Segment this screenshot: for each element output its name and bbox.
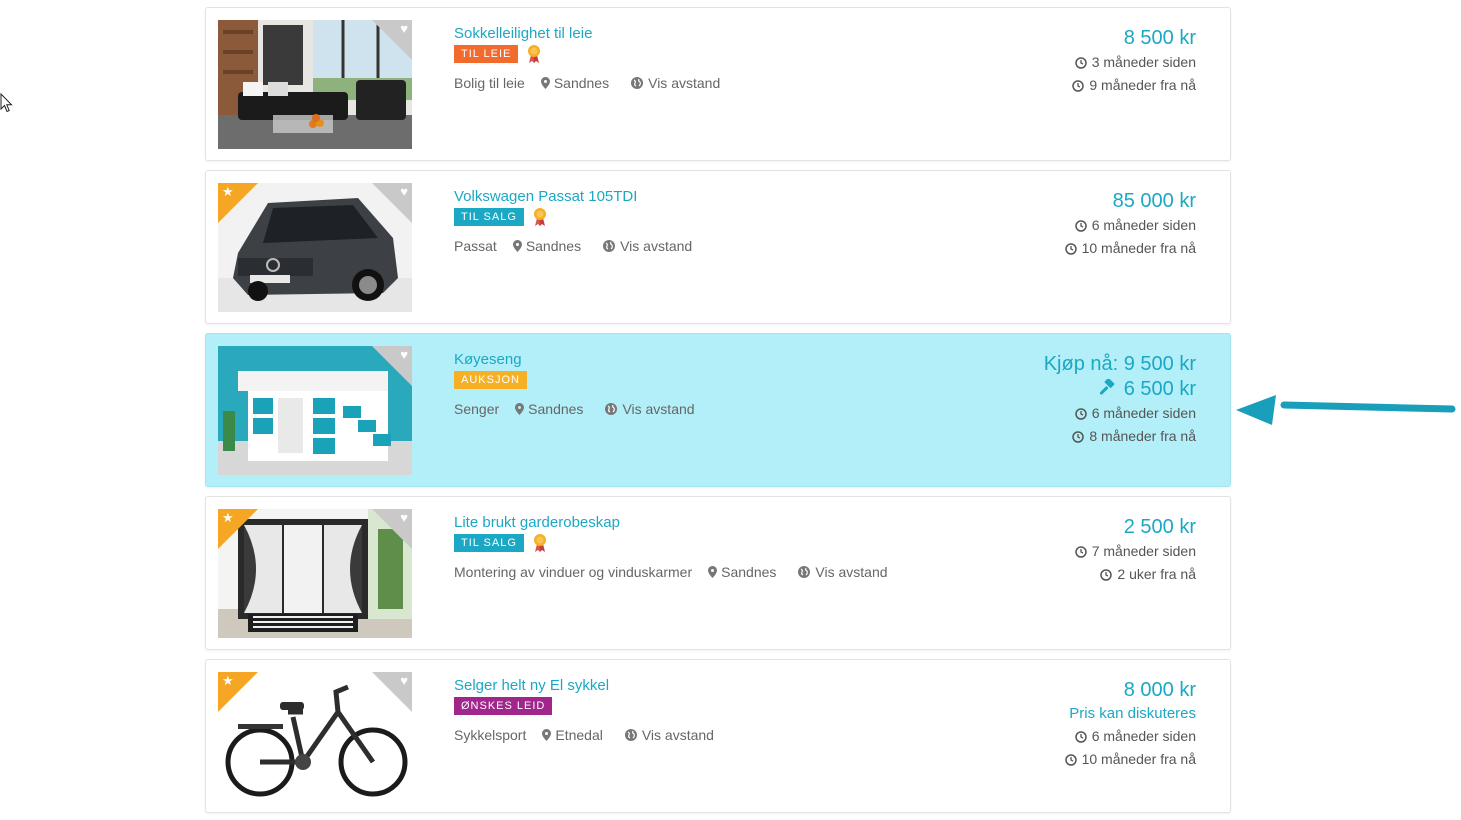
listing-location: Etnedal: [555, 727, 603, 743]
arrow-annotation: [1236, 395, 1456, 425]
listing-category: Sykkelsport: [454, 727, 527, 743]
clock-icon: [1074, 545, 1087, 558]
medal-icon: [533, 534, 546, 552]
heart-icon[interactable]: ♥: [400, 22, 408, 36]
listing-card[interactable]: ★ ♥ Lite brukt garderobeskap TIL SALG Mo…: [205, 496, 1231, 650]
show-distance-link[interactable]: Vis avstand: [815, 564, 887, 580]
expiry-time: 8 måneder fra nå: [1044, 425, 1196, 448]
clock-icon: [1064, 242, 1077, 255]
star-icon: ★: [222, 673, 234, 688]
clock-icon: [1064, 753, 1077, 766]
globe-icon: [624, 729, 637, 741]
listing-type-badge: TIL SALG: [454, 208, 524, 226]
listing-type-badge: AUKSJON: [454, 371, 527, 389]
listing-title[interactable]: Volkswagen Passat 105TDI: [454, 188, 1014, 206]
pin-icon: [512, 240, 522, 252]
listing-title[interactable]: Lite brukt garderobeskap: [454, 514, 1014, 532]
expiry-time: 10 måneder fra nå: [1064, 237, 1196, 260]
posted-time: 7 måneder siden: [1074, 540, 1196, 563]
expiry-time: 2 uker fra nå: [1075, 563, 1196, 586]
clock-icon: [1072, 430, 1085, 443]
listing-location: Sandnes: [525, 238, 582, 254]
globe-icon: [603, 240, 616, 252]
expiry-time: 9 måneder fra nå: [1072, 74, 1196, 97]
listing-image[interactable]: ★ ♥: [218, 183, 412, 312]
listing-location: Sandnes: [721, 564, 777, 580]
clock-icon: [1074, 730, 1087, 743]
listing-type-badge: ØNSKES LEID: [454, 697, 553, 715]
globe-icon: [605, 403, 618, 415]
listing-image[interactable]: ★ ♥: [218, 672, 412, 801]
current-bid: 6 500 kr: [1044, 377, 1196, 402]
listing-card[interactable]: ★ ♥ Volkswagen Passat 105TDI TIL SALG Pa…: [205, 170, 1231, 324]
listing-location: Sandnes: [528, 401, 584, 417]
medal-icon: [528, 45, 541, 63]
heart-icon[interactable]: ♥: [400, 674, 408, 688]
listing-category: Senger: [454, 401, 500, 417]
pin-icon: [540, 77, 550, 89]
show-distance-link[interactable]: Vis avstand: [648, 75, 720, 91]
listing-price: 8 000 kr: [1123, 679, 1196, 701]
listing-category: Montering av vinduer og vinduskarmer: [454, 564, 693, 580]
heart-icon[interactable]: ♥: [400, 348, 408, 362]
heart-icon[interactable]: ♥: [400, 511, 408, 525]
posted-time: 3 måneder siden: [1072, 51, 1196, 74]
pin-icon: [542, 729, 552, 741]
clock-icon: [1100, 568, 1113, 581]
show-distance-link[interactable]: Vis avstand: [620, 238, 692, 254]
listing-location: Sandnes: [553, 75, 610, 91]
listing-title[interactable]: Sokkelleilighet til leie: [454, 25, 1014, 43]
listing-image[interactable]: ♥: [218, 346, 412, 475]
listing-list: ♥ Sokkelleilighet til leie TIL LEIE Boli…: [205, 7, 1231, 820]
pin-icon: [708, 566, 718, 578]
posted-time: 6 måneder siden: [1065, 214, 1196, 237]
posted-time: 6 måneder siden: [1065, 725, 1196, 748]
clock-icon: [1074, 56, 1087, 69]
listing-price: 85 000 kr: [1112, 190, 1196, 212]
listing-price: 2 500 kr: [1123, 516, 1196, 538]
listing-title[interactable]: Køyeseng: [454, 351, 1014, 369]
listing-category: Bolig til leie: [454, 75, 525, 91]
heart-icon[interactable]: ♥: [400, 185, 408, 199]
posted-time: 6 måneder siden: [1044, 402, 1196, 425]
expiry-time: 10 måneder fra nå: [1064, 748, 1196, 771]
globe-icon: [631, 77, 644, 89]
gavel-icon: [1099, 378, 1115, 395]
listing-image[interactable]: ♥: [218, 20, 412, 149]
show-distance-link[interactable]: Vis avstand: [622, 401, 694, 417]
clock-icon: [1072, 79, 1085, 92]
listing-card[interactable]: ★ ♥ Selger helt ny El sykkel ØNSKES LEID…: [205, 659, 1231, 813]
clock-icon: [1074, 407, 1087, 420]
listing-type-badge: TIL SALG: [454, 534, 524, 552]
globe-icon: [798, 566, 811, 578]
listing-type-badge: TIL LEIE: [454, 45, 519, 63]
medal-icon: [533, 208, 546, 226]
clock-icon: [1074, 219, 1087, 232]
show-distance-link[interactable]: Vis avstand: [642, 727, 714, 743]
mouse-cursor: [0, 93, 13, 113]
pin-icon: [515, 403, 525, 415]
listing-card-highlighted[interactable]: ♥ Køyeseng AUKSJON Senger Sandnes Vis av…: [205, 333, 1231, 487]
listing-card[interactable]: ♥ Sokkelleilighet til leie TIL LEIE Boli…: [205, 7, 1231, 161]
listing-title[interactable]: Selger helt ny El sykkel: [454, 677, 1014, 695]
listing-price: 8 500 kr: [1123, 27, 1196, 49]
star-icon: ★: [222, 510, 234, 525]
price-negotiable-note: Pris kan diskuteres: [1069, 705, 1196, 722]
buy-now-price: Kjøp nå: 9 500 kr: [1043, 353, 1196, 375]
listing-image[interactable]: ★ ♥: [218, 509, 412, 638]
star-icon: ★: [222, 184, 234, 199]
listing-category: Passat: [454, 238, 497, 254]
